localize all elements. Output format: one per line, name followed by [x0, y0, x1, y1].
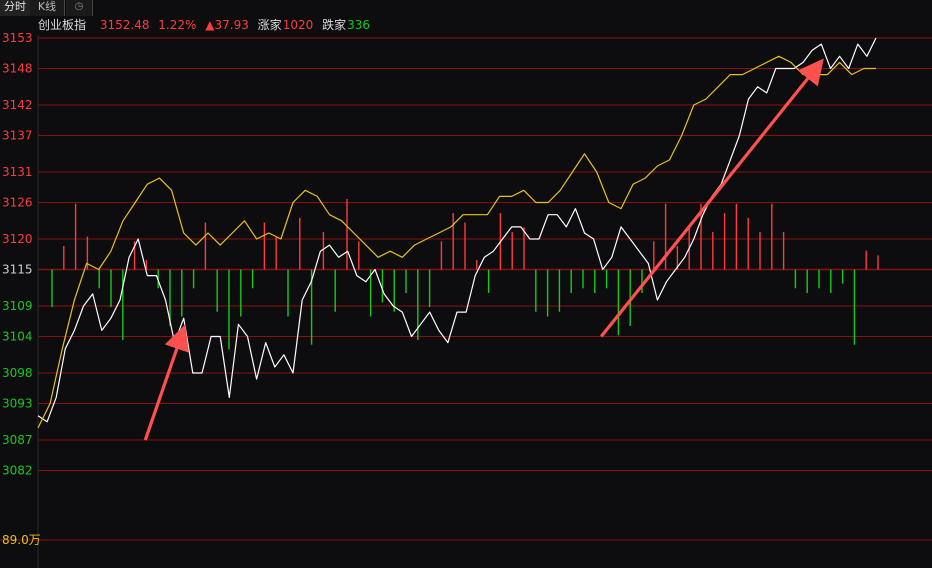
annotation-arrows — [143, 58, 824, 441]
intraday-chart: 3153 3148 3142 3137 3131 3126 3120 3115 3109 3104… — [0, 31, 932, 568]
price-line — [37, 37, 877, 423]
y-tick-label: 3104 — [2, 330, 33, 344]
y-tick-label: 3098 — [2, 366, 33, 380]
average-line — [37, 55, 876, 429]
y-tick-label: 3120 — [2, 232, 33, 246]
y-tick-label: 3142 — [2, 98, 33, 112]
volume-scale-label: 89.0万 — [2, 533, 41, 547]
y-axis-labels: 3153 3148 3142 3137 3131 3126 3120 3115 3109 3104… — [2, 31, 33, 477]
y-tick-label: 3131 — [2, 165, 33, 179]
volume-bars — [51, 199, 879, 350]
y-tick-label: 3087 — [2, 433, 33, 447]
y-tick-label: 3109 — [2, 299, 33, 313]
price-lines — [37, 37, 877, 429]
y-tick-label: 3137 — [2, 129, 33, 143]
y-tick-label: 3148 — [2, 62, 33, 76]
arrow-1 — [143, 324, 189, 441]
y-tick-label: 3153 — [2, 31, 33, 45]
y-tick-label: 3082 — [2, 464, 33, 478]
y-tick-label: 3115 — [2, 263, 33, 277]
grid-lines — [0, 35, 932, 568]
y-tick-label: 3126 — [2, 196, 33, 210]
y-tick-label: 3093 — [2, 397, 33, 411]
